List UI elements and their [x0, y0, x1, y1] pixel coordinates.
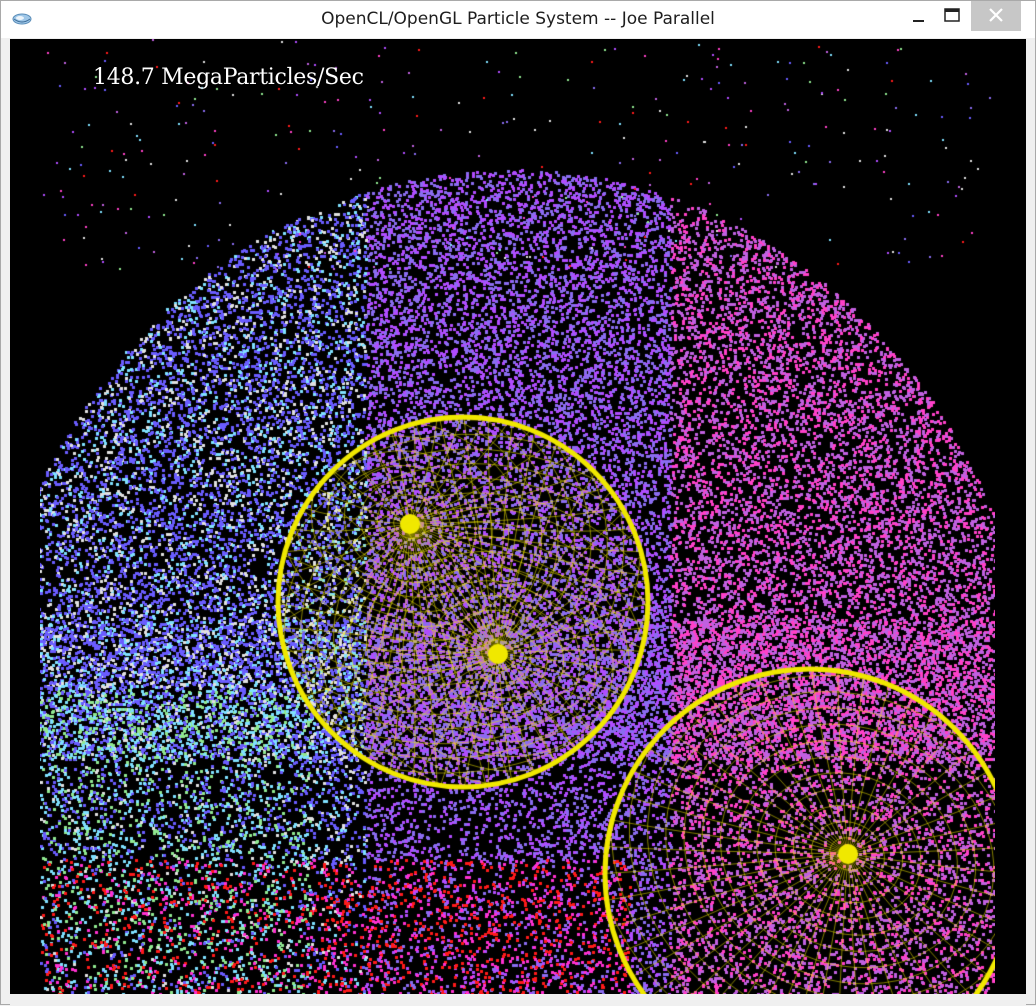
viewport-right-border — [995, 39, 1026, 994]
minimize-button[interactable] — [904, 1, 934, 31]
close-icon — [989, 8, 1003, 22]
maximize-icon — [944, 8, 960, 22]
close-button[interactable] — [971, 1, 1021, 31]
viewport-left-border — [10, 39, 40, 994]
particle-canvas[interactable] — [10, 39, 1026, 994]
window-bottom-edge — [10, 994, 1026, 1006]
maximize-button[interactable] — [937, 1, 967, 31]
window-title: OpenCL/OpenGL Particle System -- Joe Par… — [321, 9, 715, 29]
opengl-viewport[interactable]: 148.7 MegaParticles/Sec — [10, 39, 1026, 994]
minimize-icon — [913, 20, 924, 22]
app-window: OpenCL/OpenGL Particle System -- Joe Par… — [0, 0, 1036, 1006]
title-bar[interactable]: OpenCL/OpenGL Particle System -- Joe Par… — [1, 1, 1035, 38]
